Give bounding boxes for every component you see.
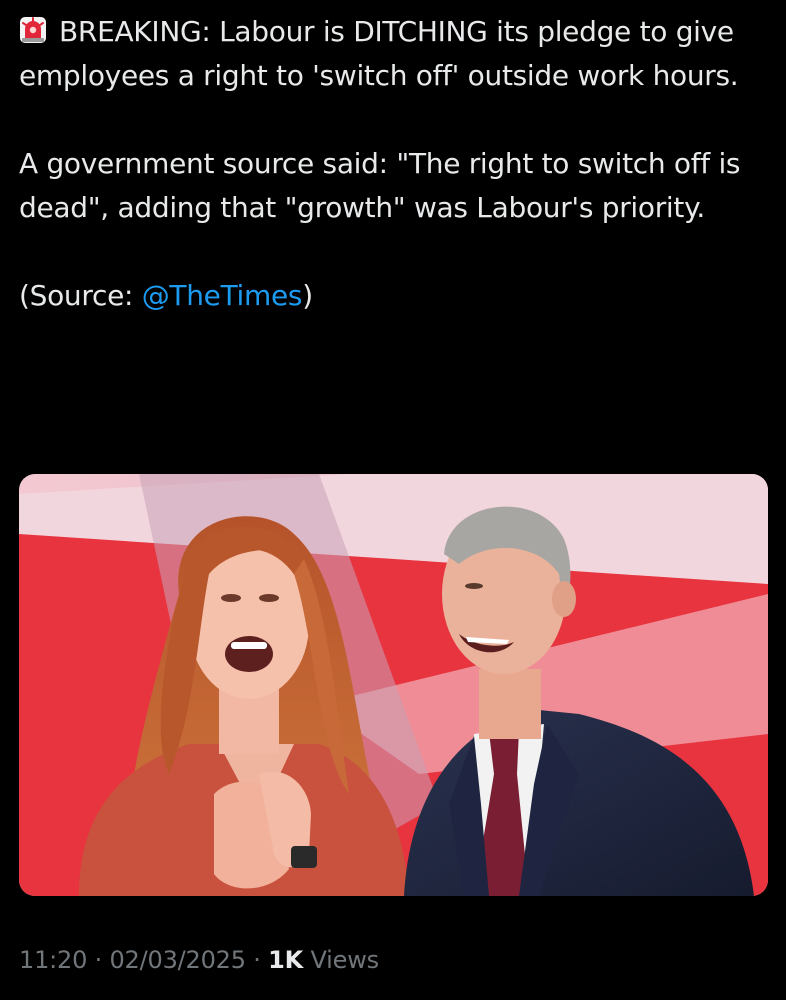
tweet-date[interactable]: 02/03/2025 [109, 946, 246, 974]
tweet-paragraph-breaking: BREAKING: Labour is DITCHING its pledge … [19, 10, 769, 98]
mention-link[interactable]: @TheTimes [142, 279, 303, 312]
source-suffix: ) [302, 279, 313, 312]
tweet[interactable]: BREAKING: Labour is DITCHING its pledge … [0, 0, 786, 1000]
meta-separator: · [253, 946, 261, 974]
views-count[interactable]: 1K [268, 946, 303, 974]
tweet-text: BREAKING: Labour is DITCHING its pledge … [19, 10, 769, 318]
tweet-paragraph-source: (Source: @TheTimes) [19, 274, 769, 318]
breaking-text: BREAKING: Labour is DITCHING its pledge … [19, 15, 739, 92]
police-siren-icon [19, 13, 47, 43]
tweet-photo[interactable] [19, 474, 768, 896]
tweet-paragraph-quote: A government source said: "The right to … [19, 147, 741, 224]
meta-separator: · [94, 946, 103, 974]
views-label[interactable]: Views [310, 946, 379, 974]
tweet-time[interactable]: 11:20 [19, 946, 87, 974]
source-prefix: (Source: [19, 279, 142, 312]
tweet-meta: 11:20 · 02/03/2025 · 1K Views [19, 942, 379, 978]
